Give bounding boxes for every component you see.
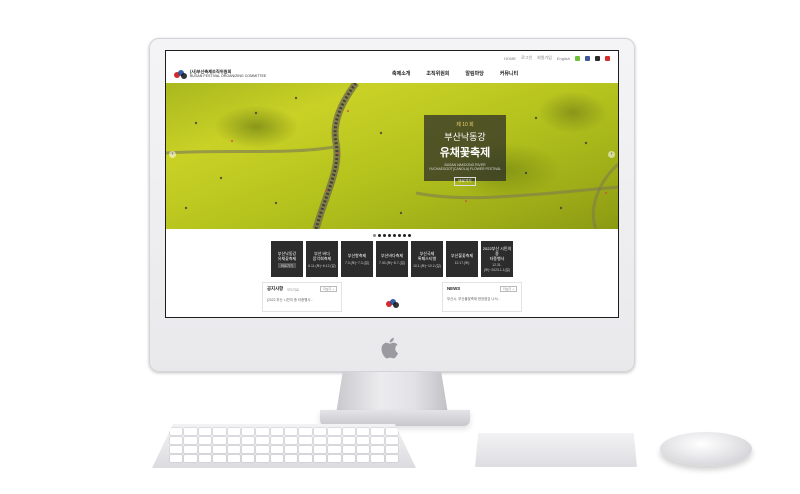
slide-dot[interactable] xyxy=(373,233,376,237)
monitor-stand-base xyxy=(320,410,470,426)
hero-title-line2: 유채꽃축제 xyxy=(439,147,491,159)
center-banner xyxy=(352,282,432,312)
news-title: NEWS xyxy=(447,286,461,291)
monitor-stand xyxy=(336,372,448,414)
site-header: (사)부산축제조직위원회 BUSAN FESTIVAL ORGANIZING C… xyxy=(166,65,618,83)
festival-card-name: 부산불꽃축제 xyxy=(450,253,474,258)
notice-tab-press[interactable]: 보도자료 xyxy=(287,287,299,292)
slide-dot[interactable] xyxy=(378,233,381,237)
nav-item-committee[interactable]: 조직위원회 xyxy=(426,70,449,77)
festival-card-rock[interactable]: 부산국제 록페스티벌 10.1.(토)~10.2.(일) xyxy=(411,241,443,277)
util-link-login[interactable]: 로그인 xyxy=(521,55,532,61)
notice-item[interactable]: [2022 부산 시민의 종 타종행사... xyxy=(267,297,337,302)
apple-logo-icon xyxy=(378,334,404,362)
festival-card-name: 부산국제 록페스티벌 xyxy=(417,250,437,261)
news-item[interactable]: 부산시, 부산불꽃축제 현장점검 나서... xyxy=(447,296,517,301)
util-link-home[interactable]: HOME xyxy=(504,56,516,61)
slide-dot[interactable] xyxy=(408,233,411,237)
festival-card-canola[interactable]: 부산낙동강 유채꽃축제 바로가기 xyxy=(271,241,303,277)
festival-card-date: 12.17.(토) xyxy=(454,261,470,265)
festival-card-date: 바로가기 xyxy=(277,262,297,268)
festival-card-fireworks[interactable]: 부산불꽃축제 12.17.(토) xyxy=(446,241,478,277)
news-more-button[interactable]: 더보기 + xyxy=(500,286,517,292)
hero-prev-arrow[interactable]: ‹ xyxy=(169,151,176,158)
festival-card-name: 부산항축제 xyxy=(347,253,367,258)
festival-card-date: 6.11.(토)~6.12.(일) xyxy=(308,263,336,268)
festival-card-date: 12.31.(토)~2023.1.1(일) xyxy=(484,263,510,272)
festival-card-name: 2022부산 시민의 종 타종행사 xyxy=(482,246,512,261)
nav-item-festival-intro[interactable]: 축제소개 xyxy=(392,70,410,77)
notice-title: 공지사항 xyxy=(267,286,284,291)
logo-mark-icon xyxy=(174,69,187,79)
slide-dot[interactable] xyxy=(383,233,386,237)
hero-title-en: BUSAN NAKDONG RIVER YUCHAEGGOT(CANOLA) F… xyxy=(428,163,502,171)
kakao-icon[interactable] xyxy=(595,55,600,61)
festival-cards: 부산낙동강 유채꽃축제 바로가기 부산 바다 음악회축제 6.11.(토)~6.… xyxy=(166,241,618,277)
notice-board: 공지사항 보도자료 더보기 + [2022 부산 시민의 종 타종행사... xyxy=(262,282,342,312)
mouse xyxy=(660,432,752,466)
board-section: 공지사항 보도자료 더보기 + [2022 부산 시민의 종 타종행사... N… xyxy=(166,282,618,312)
festival-card-name: 부산바다축제 xyxy=(380,253,404,258)
trackpad xyxy=(475,433,637,467)
festival-card-bell[interactable]: 2022부산 시민의 종 타종행사 12.31.(토)~2023.1.1(일) xyxy=(481,241,513,277)
festival-card-name: 부산낙동강 유채꽃축제 xyxy=(277,250,297,261)
hero-edition: 제 10 회 xyxy=(456,122,474,128)
main-nav: 축제소개 조직위원회 알림마당 커뮤니티 xyxy=(392,70,518,77)
festival-card-port[interactable]: 부산항축제 7.3.(토)~7.3.(일) xyxy=(341,241,373,277)
blog-icon[interactable] xyxy=(575,55,580,61)
hero-next-arrow[interactable]: › xyxy=(608,151,615,158)
logo-name-en: BUSAN FESTIVAL ORGANIZING COMMITTEE xyxy=(190,74,267,78)
festival-card-sea[interactable]: 부산바다축제 7.30.(토)~8.7.(일) xyxy=(376,241,408,277)
nav-item-notice[interactable]: 알림마당 xyxy=(465,70,483,77)
festival-card-sea-music[interactable]: 부산 바다 음악회축제 6.11.(토)~6.12.(일) xyxy=(306,241,338,277)
util-link-join[interactable]: 회원가입 xyxy=(537,55,552,61)
news-board: NEWS 더보기 + 부산시, 부산불꽃축제 현장점검 나서... xyxy=(442,282,522,312)
festival-card-date: 7.3.(토)~7.3.(일) xyxy=(344,261,370,265)
facebook-icon[interactable] xyxy=(585,55,590,61)
hero-cta-button[interactable]: 바로가기 xyxy=(454,177,476,186)
youtube-icon[interactable] xyxy=(605,55,610,61)
browser-screen: HOME 로그인 회원가입 English (사)부산축제조직위원회 BUSAN… xyxy=(165,50,619,318)
nav-item-community[interactable]: 커뮤니티 xyxy=(500,70,518,77)
slide-dot[interactable] xyxy=(398,233,401,237)
notice-more-button[interactable]: 더보기 + xyxy=(320,286,337,292)
logo-mark-icon xyxy=(385,299,399,308)
hero-slider: ‹ › 제 10 회 부산낙동강 유채꽃축제 BUSAN NAKDONG RIV… xyxy=(166,83,618,229)
keyboard-keys xyxy=(170,428,398,462)
slide-dot[interactable] xyxy=(393,233,396,237)
festival-card-date: 10.1.(토)~10.2.(일) xyxy=(413,263,441,268)
hero-caption-box: 제 10 회 부산낙동강 유채꽃축제 BUSAN NAKDONG RIVER Y… xyxy=(424,115,506,186)
canola-field-photo xyxy=(166,83,618,229)
keyboard xyxy=(152,424,416,468)
slide-dot[interactable] xyxy=(388,233,391,237)
festival-card-date: 7.30.(토)~8.7.(일) xyxy=(379,261,405,265)
slider-pagination xyxy=(166,229,618,241)
site-logo[interactable]: (사)부산축제조직위원회 BUSAN FESTIVAL ORGANIZING C… xyxy=(174,69,267,79)
festival-card-name: 부산 바다 음악회축제 xyxy=(312,250,332,261)
hero-title-line1: 부산낙동강 xyxy=(444,132,486,142)
slide-dot[interactable] xyxy=(403,233,406,237)
utility-bar: HOME 로그인 회원가입 English xyxy=(166,51,618,65)
logo-text: (사)부산축제조직위원회 BUSAN FESTIVAL ORGANIZING C… xyxy=(190,69,267,78)
util-link-english[interactable]: English xyxy=(557,56,570,61)
